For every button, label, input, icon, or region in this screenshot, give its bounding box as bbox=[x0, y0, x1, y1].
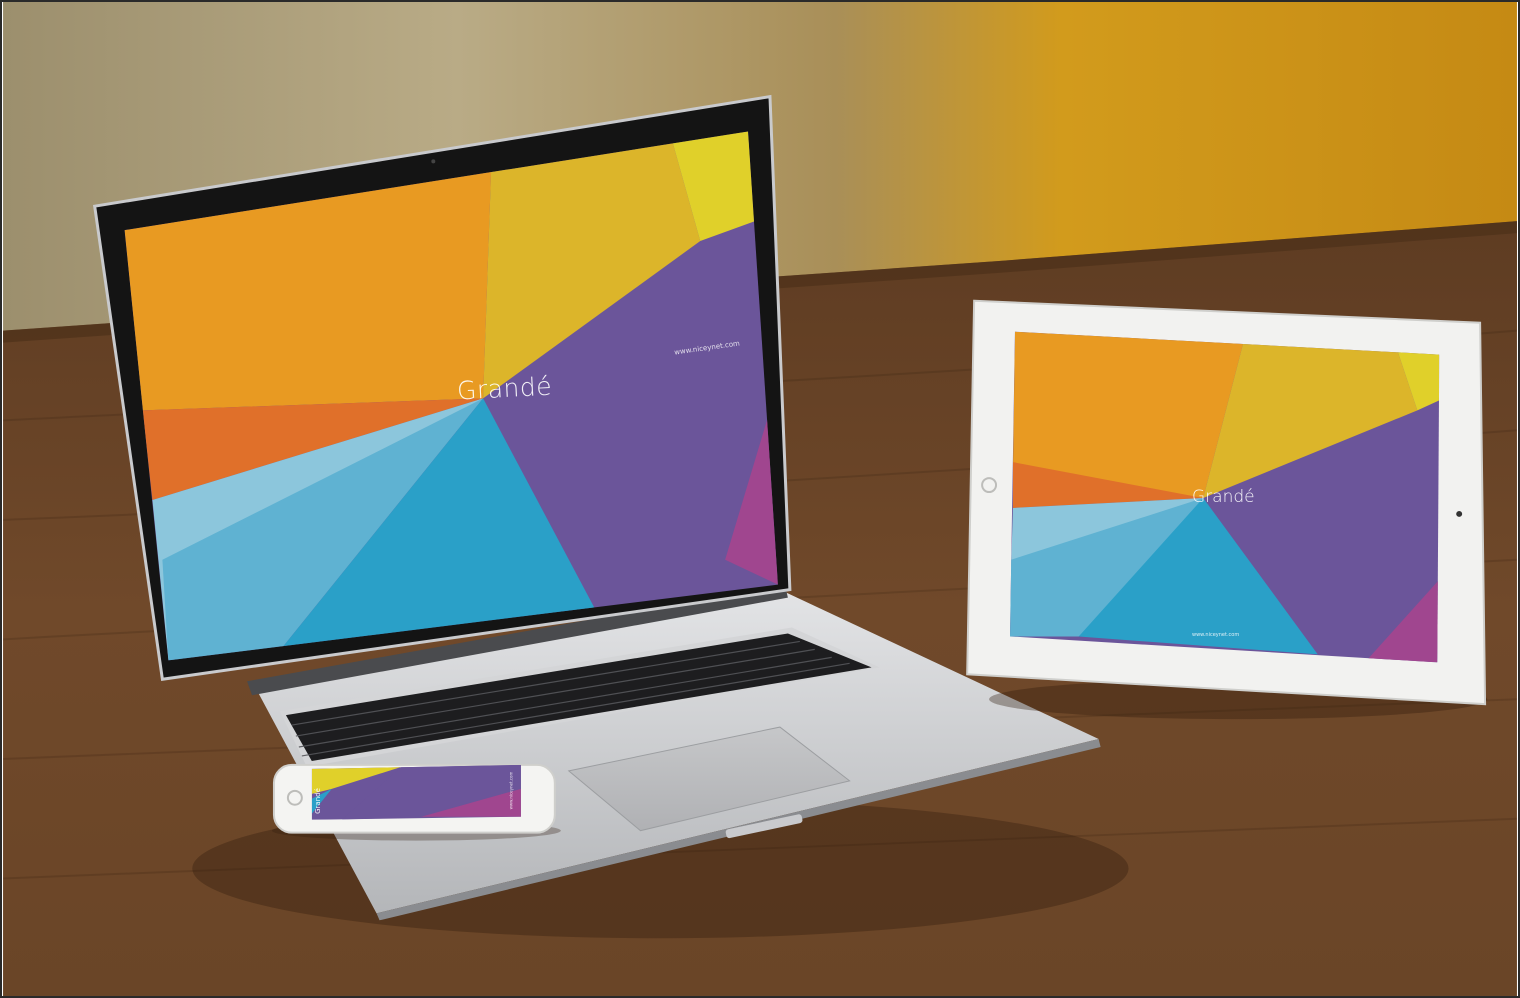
tablet-url-text: www.niceynet.com bbox=[1192, 632, 1240, 638]
device-mockup-scene: Grandé www.niceynet.com Grandé www.nicey… bbox=[0, 0, 1520, 998]
tablet-brand-text: Grandé bbox=[1192, 487, 1255, 507]
camera-icon bbox=[431, 159, 436, 164]
scene-illustration bbox=[2, 2, 1518, 996]
phone-url-text: www.niceynet.com bbox=[508, 771, 514, 810]
tablet bbox=[966, 299, 1488, 720]
tablet-camera-icon bbox=[1456, 510, 1463, 517]
phone-brand-text: Grandé bbox=[313, 788, 322, 814]
laptop-brand-text: Grandé bbox=[456, 371, 553, 406]
